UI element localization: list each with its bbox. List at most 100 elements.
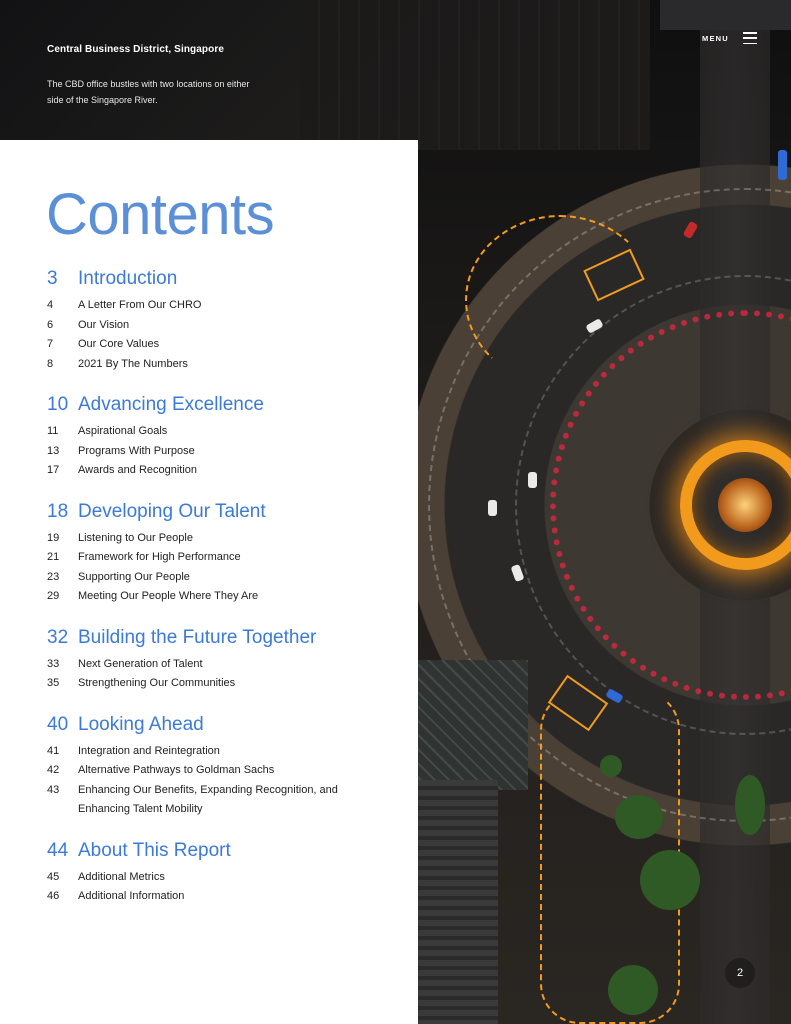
- toc-entry-title: Alternative Pathways to Goldman Sachs: [78, 764, 275, 776]
- toc-entry-link[interactable]: 7 Our Core Values: [47, 335, 377, 355]
- toc-entry-page: 35: [47, 677, 60, 689]
- toc-entry-page: 7: [47, 338, 54, 350]
- car: [528, 472, 537, 488]
- toc-section-link[interactable]: 40 Looking Ahead: [47, 711, 377, 739]
- toc-entry-link[interactable]: 17 Awards and Recognition: [47, 461, 377, 481]
- toc-section-page: 32: [47, 626, 69, 648]
- toc-entry-link[interactable]: 35 Strengthening Our Communities: [47, 674, 377, 694]
- location-description: The CBD office bustles with two location…: [47, 79, 250, 105]
- toc-section: 44 About This Report 45 Additional Metrics 4…: [47, 837, 377, 907]
- page-number: 2: [725, 958, 755, 988]
- toc-section-title: Introduction: [78, 268, 178, 289]
- toc-entry-title: Listening to Our People: [78, 531, 193, 544]
- toc-section-link[interactable]: 3 Introduction: [47, 265, 377, 293]
- toc-entry-title: Enhancing Our Benefits, Expanding Recogn…: [78, 783, 338, 816]
- location-title: Central Business District, Singapore: [47, 44, 224, 55]
- toc-entry-link[interactable]: 6 Our Vision: [47, 316, 377, 336]
- toc-entry-link[interactable]: 29 Meeting Our People Where They Are: [47, 587, 377, 607]
- toc-section-title: About This Report: [78, 839, 231, 861]
- bus: [778, 150, 787, 180]
- toc-section: 18 Developing Our Talent 19 Listening to Ou…: [47, 498, 377, 607]
- toc-section: 10 Advancing Excellence 11 Aspirational Goa…: [47, 391, 377, 481]
- toc-section-title: Advancing Excellence: [78, 394, 264, 415]
- toc-entry-title: A Letter From Our CHRO: [78, 299, 202, 311]
- toc-entry-title: Our Vision: [78, 318, 130, 331]
- toc-section-link[interactable]: 44 About This Report: [47, 837, 377, 865]
- route-path-upper: [465, 215, 655, 385]
- toc-section-page: 44: [47, 839, 69, 861]
- toc-entry-title: Our Core Values: [78, 338, 160, 350]
- toc-entry-link[interactable]: 43 Enhancing Our Benefits, Expanding Reco…: [47, 781, 377, 820]
- toc-section-title: Developing Our Talent: [78, 500, 266, 522]
- car: [488, 500, 497, 516]
- toc-entry-link[interactable]: 46 Additional Information: [47, 887, 377, 907]
- toc-entry-title: Next Generation of Talent: [78, 657, 203, 670]
- toc-section-page: 3: [47, 268, 58, 289]
- toc-entry-title: Additional Metrics: [78, 870, 165, 883]
- toc-section-link[interactable]: 10 Advancing Excellence: [47, 391, 377, 419]
- toc-entry-title: Awards and Recognition: [78, 464, 198, 476]
- building-facade: [300, 0, 650, 150]
- menu-button[interactable]: MENU: [702, 32, 757, 44]
- toc-entry-link[interactable]: 4 A Letter From Our CHRO: [47, 296, 377, 316]
- toc-section-page: 10: [47, 394, 69, 415]
- toc-entry-page: 23: [47, 570, 60, 583]
- toc-entry-link[interactable]: 11 Aspirational Goals: [47, 422, 377, 442]
- toc-entry-link[interactable]: 13 Programs With Purpose: [47, 442, 377, 462]
- tree: [600, 755, 622, 777]
- toc-entry-page: 17: [47, 464, 60, 476]
- toc-entry-page: 21: [47, 551, 60, 563]
- table-of-contents: 3 Introduction 4 A Letter From Our CHRO 6 Our…: [47, 265, 377, 924]
- toc-entry-title: Framework for High Performance: [78, 551, 241, 563]
- toc-section-title: Building the Future Together: [78, 626, 317, 648]
- building-tower: [418, 780, 498, 1024]
- toc-entry-page: 29: [47, 590, 60, 602]
- toc-section-page: 40: [47, 713, 69, 735]
- toc-entry-link[interactable]: 23 Supporting Our People: [47, 568, 377, 588]
- toc-entry-page: 6: [47, 318, 54, 331]
- toc-entry-page: 8: [47, 357, 54, 370]
- toc-section-link[interactable]: 32 Building the Future Together: [47, 624, 377, 652]
- toc-entry-link[interactable]: 41 Integration and Reintegration: [47, 742, 377, 762]
- toc-entry-page: 13: [47, 444, 60, 457]
- tree: [615, 795, 663, 839]
- toc-entry-page: 41: [47, 744, 60, 757]
- toc-section-title: Looking Ahead: [78, 713, 204, 735]
- hamburger-menu-icon[interactable]: [742, 32, 757, 44]
- toc-entry-title: Strengthening Our Communities: [78, 677, 236, 689]
- toc-entry-page: 11: [47, 425, 59, 437]
- toc-entry-title: Programs With Purpose: [78, 444, 195, 457]
- toc-entry-page: 45: [47, 870, 60, 883]
- toc-entry-link[interactable]: 21 Framework for High Performance: [47, 548, 377, 568]
- toc-entry-link[interactable]: 42 Alternative Pathways to Goldman Sachs: [47, 761, 377, 781]
- toc-entry-link[interactable]: 8 2021 By The Numbers: [47, 355, 377, 375]
- toc-entry-link[interactable]: 19 Listening to Our People: [47, 529, 377, 549]
- toc-entry-title: Supporting Our People: [78, 570, 190, 583]
- contents-title: Contents: [46, 182, 275, 247]
- toc-entry-page: 19: [47, 531, 60, 544]
- toc-section: 32 Building the Future Together 33 Next Gen…: [47, 624, 377, 694]
- toc-entry-title: Additional Information: [78, 890, 185, 902]
- toc-entry-link[interactable]: 33 Next Generation of Talent: [47, 655, 377, 675]
- fountain-core: [718, 478, 772, 532]
- toc-entry-title: 2021 By The Numbers: [78, 357, 188, 370]
- toc-entry-page: 43: [47, 783, 60, 796]
- toc-entry-page: 46: [47, 890, 60, 902]
- toc-section-page: 18: [47, 500, 69, 522]
- toc-entry-link[interactable]: 45 Additional Metrics: [47, 868, 377, 888]
- toc-entry-title: Integration and Reintegration: [78, 744, 220, 757]
- toc-entry-title: Meeting Our People Where They Are: [78, 590, 259, 602]
- tree: [640, 850, 700, 910]
- toc-entry-page: 33: [47, 657, 60, 670]
- toc-entry-page: 42: [47, 764, 60, 776]
- toc-entry-title: Aspirational Goals: [78, 425, 168, 437]
- toc-section: 40 Looking Ahead 41 Integration and Reinteg…: [47, 711, 377, 820]
- tree: [735, 775, 765, 835]
- tree: [608, 965, 658, 1015]
- building-glass-roof: [418, 660, 528, 790]
- toc-section-link[interactable]: 18 Developing Our Talent: [47, 498, 377, 526]
- toc-entry-page: 4: [47, 299, 54, 311]
- toc-section: 3 Introduction 4 A Letter From Our CHRO 6 Our…: [47, 265, 377, 374]
- building-rooftop-right: [660, 0, 791, 30]
- menu-label: MENU: [702, 33, 729, 43]
